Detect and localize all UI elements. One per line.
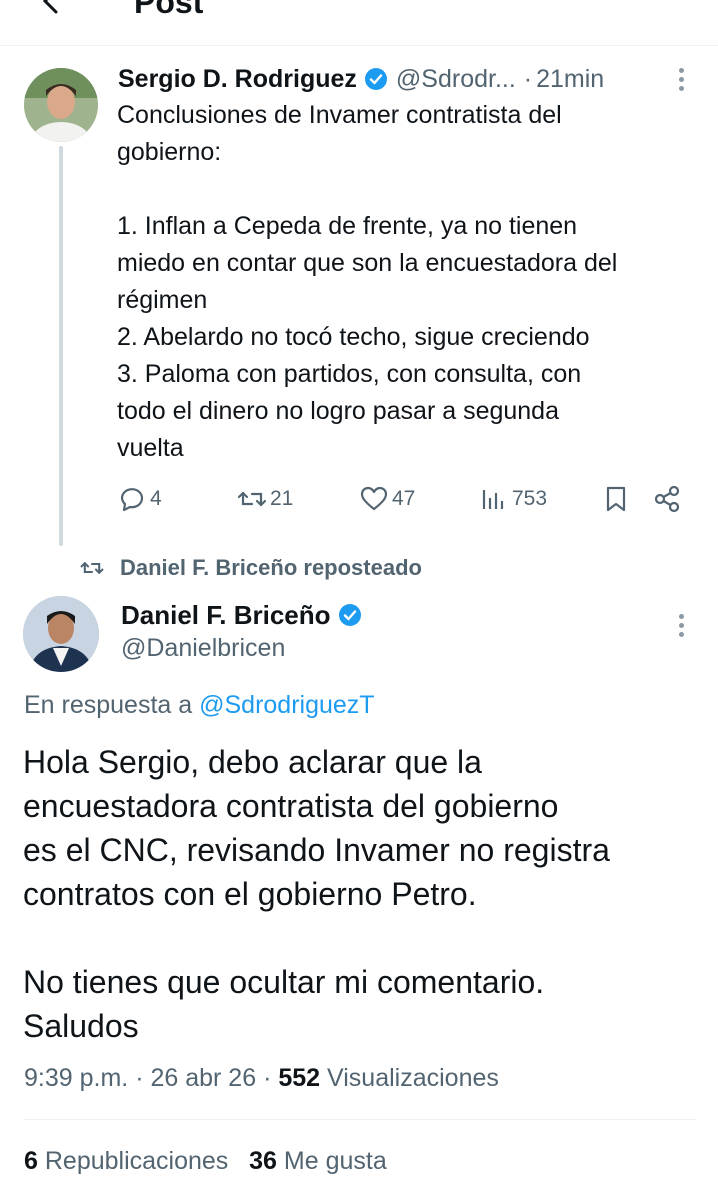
post-date[interactable]: 26 abr 26 — [150, 1064, 256, 1092]
top-bar: Post — [0, 0, 718, 46]
verified-badge-icon — [364, 68, 387, 90]
text-line: 2. Abelardo no tocó techo, sigue crecien… — [117, 323, 590, 351]
main-author-name[interactable]: Daniel F. Briceño — [121, 600, 331, 631]
views-count: 552 — [278, 1064, 321, 1092]
parent-author-handle[interactable]: @Sdrodr... — [396, 65, 516, 94]
parent-post-text: Conclusiones de Invamer contratista del … — [117, 97, 707, 467]
reply-to-line: En respuesta a @SdrodriguezT — [24, 691, 375, 720]
divider — [24, 1119, 696, 1120]
analytics-icon — [482, 490, 504, 509]
text-line: Saludos — [23, 1008, 139, 1044]
main-post-text: Hola Sergio, debo aclarar que la encuest… — [23, 740, 703, 1048]
parent-post-actions: 4 21 47 753 — [117, 484, 697, 520]
avatar-image — [23, 596, 99, 672]
reply-button[interactable]: 4 — [117, 484, 162, 514]
avatar-sergio[interactable] — [24, 68, 98, 142]
repost-banner-text[interactable]: Daniel F. Briceño reposteado — [120, 555, 422, 581]
repost-count: 21 — [270, 487, 294, 510]
more-options-icon[interactable] — [677, 68, 685, 94]
text-line: es el CNC, revisando Invamer no registra — [23, 832, 610, 868]
likes-count: 36 — [249, 1147, 277, 1175]
reply-count: 4 — [150, 487, 162, 510]
heart-icon — [360, 486, 388, 511]
share-icon — [654, 485, 680, 513]
like-button[interactable]: 47 — [359, 484, 415, 514]
engagement-stats: 6 Republicaciones 36 Me gusta — [24, 1147, 387, 1176]
text-line: Hola Sergio, debo aclarar que la — [23, 744, 482, 780]
separator-dot: · — [135, 1064, 144, 1092]
reply-mention-link[interactable]: @SdrodriguezT — [199, 691, 374, 719]
avatar-image — [24, 68, 98, 142]
text-line — [23, 916, 703, 960]
thread-connector-line — [59, 146, 63, 546]
post-metadata: 9:39 p.m. · 26 abr 26 · 552 Visualizacio… — [24, 1064, 499, 1093]
share-button[interactable] — [652, 484, 682, 514]
reply-prefix: En respuesta a — [24, 691, 193, 719]
avatar-daniel[interactable] — [23, 596, 99, 672]
text-line — [117, 171, 707, 208]
views-count: 753 — [512, 487, 548, 510]
reposts-stat[interactable]: 6 Republicaciones — [24, 1147, 228, 1175]
reposts-label: Republicaciones — [44, 1147, 229, 1175]
back-arrow-icon[interactable] — [36, 0, 66, 16]
text-line: miedo en contar que son la encuestadora … — [117, 249, 618, 277]
repost-button[interactable]: 21 — [237, 484, 293, 514]
bookmark-icon — [606, 486, 626, 512]
text-line: vuelta — [117, 434, 184, 462]
like-count: 47 — [392, 487, 416, 510]
reply-icon — [120, 488, 144, 512]
views-label: Visualizaciones — [327, 1064, 499, 1092]
text-line: gobierno: — [117, 138, 222, 166]
main-post-header: Daniel F. Briceño — [121, 598, 362, 632]
text-line: Conclusiones de Invamer contratista del — [117, 101, 562, 129]
reposts-count: 6 — [24, 1147, 38, 1175]
parent-post-header: Sergio D. Rodriguez @Sdrodr... · 21min — [118, 62, 604, 96]
more-options-icon[interactable] — [677, 614, 685, 640]
separator-dot: · — [523, 64, 533, 93]
separator-dot: · — [263, 1064, 272, 1092]
text-line: todo el dinero no logro pasar a segunda — [117, 397, 559, 425]
parent-author-name[interactable]: Sergio D. Rodriguez — [118, 65, 357, 94]
views-button[interactable]: 753 — [479, 484, 547, 514]
text-line: régimen — [117, 286, 208, 314]
text-line: No tienes que ocultar mi comentario. — [23, 964, 545, 1000]
repost-banner: Daniel F. Briceño reposteado — [80, 553, 422, 583]
likes-label: Me gusta — [283, 1147, 387, 1175]
parent-post-time[interactable]: 21min — [536, 65, 604, 94]
repost-icon — [80, 562, 104, 574]
text-line: 1. Inflan a Cepeda de frente, ya no tien… — [117, 212, 578, 240]
text-line: encuestadora contratista del gobierno — [23, 788, 559, 824]
likes-stat[interactable]: 36 Me gusta — [249, 1147, 387, 1175]
verified-badge-icon — [338, 604, 361, 626]
text-line: 3. Paloma con partidos, con consulta, co… — [117, 360, 582, 388]
repost-icon — [237, 491, 267, 507]
bookmark-button[interactable] — [601, 484, 631, 514]
page-title: Post — [134, 0, 204, 20]
text-line: contratos con el gobierno Petro. — [23, 876, 477, 912]
main-author-handle[interactable]: @Danielbricen — [121, 634, 285, 663]
post-time[interactable]: 9:39 p.m. — [24, 1064, 128, 1092]
